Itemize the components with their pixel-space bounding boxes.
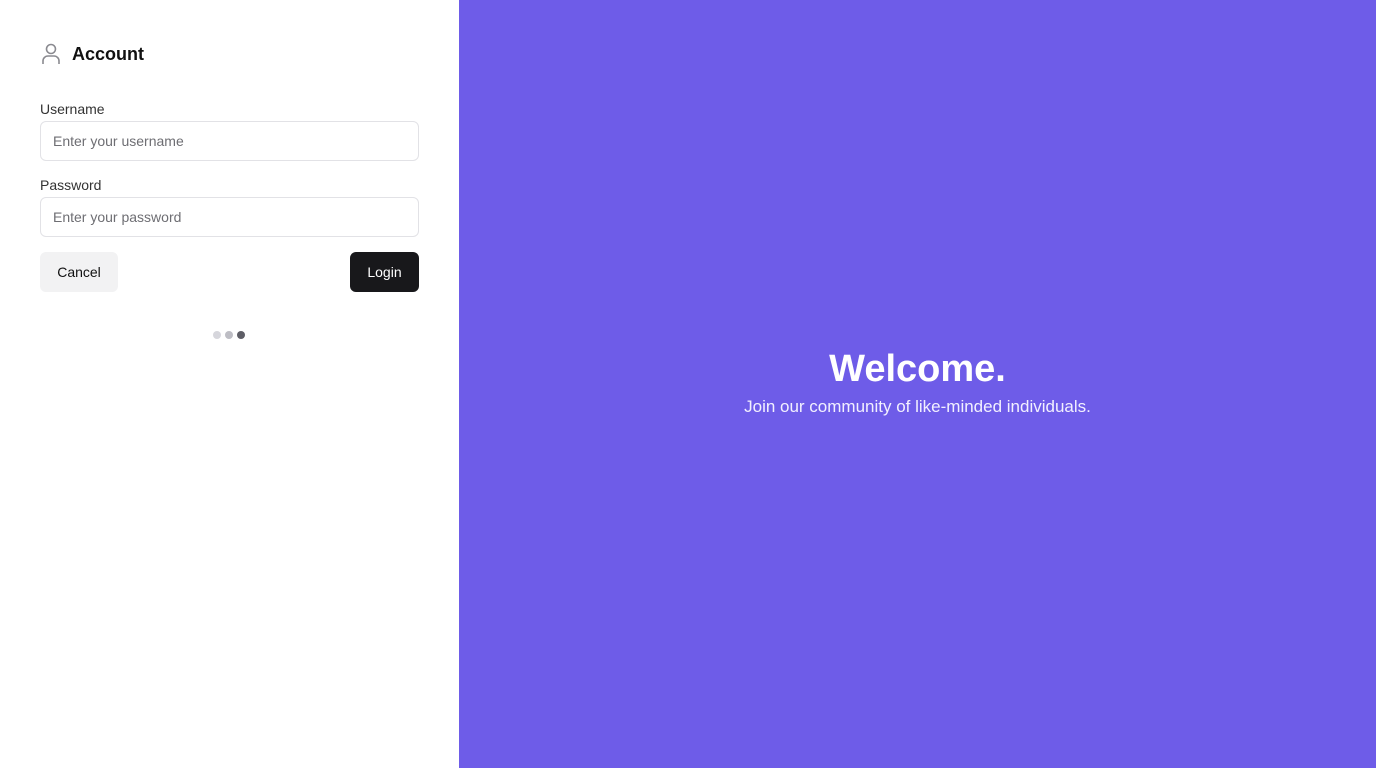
password-input[interactable] (40, 197, 419, 237)
password-label: Password (40, 177, 102, 193)
step-dot (225, 331, 233, 339)
username-label: Username (40, 101, 105, 117)
login-panel: Account Username Password Cancel Login (0, 0, 459, 768)
login-button[interactable]: Login (350, 252, 419, 292)
step-dot (213, 331, 221, 339)
account-title: Account (72, 43, 144, 64)
user-icon (40, 41, 62, 67)
welcome-subtitle: Join our community of like-minded indivi… (744, 397, 1091, 416)
step-indicator (213, 331, 245, 339)
step-dot-active (237, 331, 245, 339)
password-field: Password (40, 176, 419, 237)
welcome-panel: Welcome. Join our community of like-mind… (459, 0, 1376, 768)
welcome-heading: Welcome. (829, 348, 1006, 390)
cancel-button[interactable]: Cancel (40, 252, 118, 292)
account-header: Account (40, 40, 144, 68)
username-field: Username (40, 100, 419, 161)
username-input[interactable] (40, 121, 419, 161)
